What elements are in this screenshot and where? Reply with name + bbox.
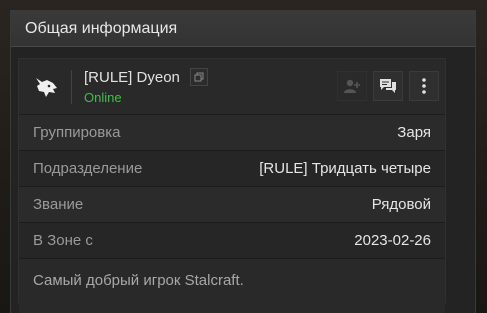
info-row-faction: Группировка Заря bbox=[19, 115, 445, 151]
player-header: [RULE] Dyeon Online bbox=[19, 59, 445, 115]
info-row-rank: Звание Рядовой bbox=[19, 187, 445, 223]
info-list: Группировка Заря Подразделение [RULE] Тр… bbox=[19, 115, 445, 259]
info-label: Звание bbox=[33, 196, 84, 213]
info-value: Рядовой bbox=[371, 196, 431, 213]
info-label: Подразделение bbox=[33, 160, 143, 177]
chat-icon[interactable] bbox=[373, 71, 403, 101]
info-label: В Зоне с bbox=[33, 232, 93, 249]
player-description: Самый добрый игрок Stalcraft. bbox=[19, 259, 445, 313]
wolf-head-icon bbox=[31, 72, 61, 102]
info-label: Группировка bbox=[33, 124, 121, 141]
info-row-unit: Подразделение [RULE] Тридцать четыре bbox=[19, 151, 445, 187]
info-value: [RULE] Тридцать четыре bbox=[259, 160, 431, 177]
player-name: [RULE] Dyeon bbox=[84, 68, 180, 86]
panel-title: Общая информация bbox=[11, 11, 475, 47]
copy-icon[interactable] bbox=[189, 68, 208, 86]
player-card: [RULE] Dyeon Online Группировка Заря Под… bbox=[18, 58, 446, 313]
online-status: Online bbox=[84, 90, 122, 105]
info-value: Заря bbox=[397, 124, 431, 141]
info-value: 2023-02-26 bbox=[354, 232, 431, 249]
more-vertical-icon[interactable] bbox=[409, 71, 439, 101]
divider bbox=[71, 69, 72, 104]
info-row-joined: В Зоне с 2023-02-26 bbox=[19, 223, 445, 259]
add-friend-icon[interactable] bbox=[337, 71, 367, 101]
